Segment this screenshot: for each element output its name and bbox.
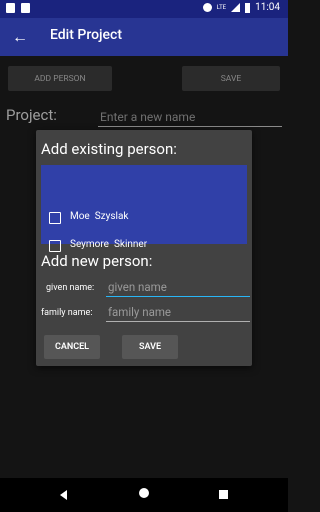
checkbox[interactable]: [49, 212, 61, 224]
list-item[interactable]: Moe Szyslak: [41, 206, 247, 230]
given-name: Seymore: [70, 239, 109, 250]
given-name-label: given name:: [46, 283, 95, 293]
arrow-back-icon[interactable]: ←: [12, 27, 28, 47]
network-type: LTE: [216, 4, 227, 11]
app-toolbar: ← Edit Project: [0, 18, 288, 56]
dialog-save-button[interactable]: SAVE: [122, 335, 178, 359]
sd-card-icon: [21, 3, 30, 13]
nav-back-icon[interactable]: [60, 490, 67, 500]
family-name: Szyslak: [94, 211, 129, 222]
save-button[interactable]: SAVE: [182, 66, 280, 91]
given-name: Moe: [70, 211, 90, 222]
new-person-title: Add new person:: [41, 252, 153, 270]
given-name-field[interactable]: given name: [106, 278, 250, 297]
existing-person-title: Add existing person:: [41, 140, 177, 158]
cancel-button[interactable]: CANCEL: [44, 335, 100, 359]
status-bar: LTE 11:04: [0, 0, 288, 18]
notification-a-icon: [6, 3, 15, 13]
toolbar-title: Edit Project: [50, 27, 123, 43]
checkbox[interactable]: [49, 240, 61, 252]
system-nav-bar: [0, 478, 288, 512]
family-name-label: family name:: [41, 308, 93, 318]
nav-recents-icon[interactable]: [219, 490, 228, 499]
clock: 11:04: [255, 2, 280, 13]
project-name-input[interactable]: Enter a new name: [98, 108, 282, 127]
signal-icon: [231, 3, 241, 12]
project-label: Project:: [6, 106, 57, 124]
family-name: Skinner: [113, 239, 148, 250]
nav-home-icon[interactable]: [139, 488, 149, 498]
family-name-field[interactable]: family name: [106, 303, 250, 322]
dnd-icon: [202, 3, 212, 12]
existing-person-list: Moe Szyslak Seymore Skinner: [41, 165, 247, 252]
battery-icon: [245, 2, 251, 13]
add-person-dialog: Add existing person: Moe Szyslak Seymore…: [36, 130, 252, 366]
add-person-button[interactable]: ADD PERSON: [8, 66, 112, 91]
